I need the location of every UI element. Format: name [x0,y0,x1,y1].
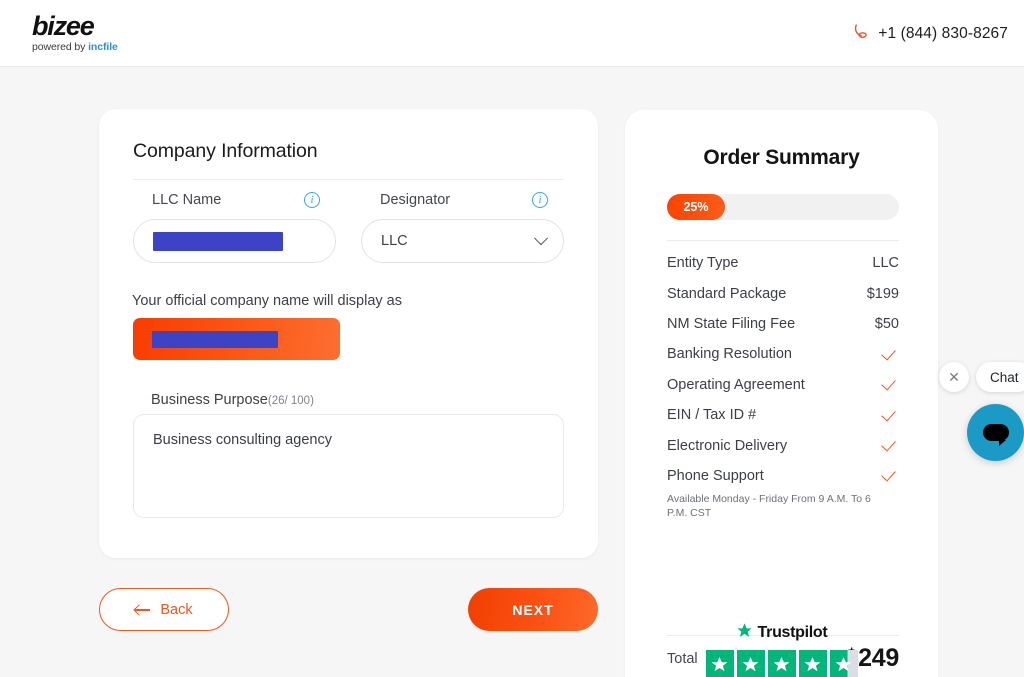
llc-name-label: LLC Name [152,192,222,208]
llc-name-field: LLC Name i [133,189,336,263]
page-title: Company Information [133,140,318,162]
phone-number: +1 (844) 830-8267 [878,25,1008,42]
trustpilot-header: Trustpilot [736,622,828,644]
redacted-display-name [152,330,278,348]
star-icon [798,650,827,677]
chat-label-text: Chat [990,369,1019,385]
star-icon [736,622,753,644]
order-item-name: Electronic Delivery [667,437,788,454]
order-items-list: Entity Type LLC Standard Package $199 NM Sta… [667,248,899,520]
logo-tagline-prefix: powered by [32,41,89,53]
order-item-row: NM State Filing Fee $50 [667,309,899,339]
designator-label-row: Designator i [361,189,564,211]
page-root: bizee powered by incfile +1 (844) 830-82… [0,0,1024,677]
order-summary-title: Order Summary [703,146,860,169]
info-icon[interactable]: i [532,192,548,208]
order-item-name: EIN / Tax ID # [667,407,757,424]
order-item-name: NM State Filing Fee [667,315,796,332]
star-icon [736,650,765,677]
designator-select[interactable]: LLC [361,219,564,263]
order-item-name: Operating Agreement [667,376,805,393]
chat-bubble-icon [982,424,1009,446]
back-button[interactable]: Back [99,588,229,631]
order-item-row: Electronic Delivery [667,430,899,460]
chevron-down-icon [533,231,549,246]
chat-label-button[interactable]: Chat [976,362,1024,392]
phone-icon [852,23,869,45]
order-item-value: $199 [866,285,899,302]
llc-name-label-row: LLC Name i [133,189,336,211]
logo-wordmark: bizee [32,11,95,41]
check-icon [881,345,896,361]
order-item-row: Banking Resolution [667,339,899,369]
designator-label: Designator [380,192,451,208]
order-item-value: $50 [874,315,899,332]
trustpilot-name: Trustpilot [757,624,828,641]
order-item-name: Standard Package [667,285,787,302]
star-icon [705,650,734,677]
logo-tagline: powered by incfile [32,41,118,53]
business-purpose-label: Business Purpose(26/ 100) [151,392,314,408]
name-fields-row: LLC Name i Designator i LLC [133,189,564,263]
trustpilot-widget[interactable]: Trustpilot [625,622,938,677]
business-purpose-label-text: Business Purpose [151,392,268,408]
chat-open-button[interactable] [967,404,1024,461]
card-divider [133,179,564,180]
order-summary-card: Order Summary 25% Entity Type LLC Standard… [625,110,938,677]
progress-bar-fill: 25% [667,194,725,220]
order-item-row: Phone Support [667,461,899,491]
header-phone[interactable]: +1 (844) 830-8267 [852,23,1008,45]
check-icon [881,375,896,391]
next-button[interactable]: NEXT [468,588,598,631]
company-information-card: Company Information LLC Name i Designato… [99,109,598,558]
phone-support-note: Available Monday - Friday From 9 A.M. To… [667,493,871,519]
arrow-left-icon [135,605,151,615]
star-icon [767,650,796,677]
logo-tagline-brand: incfile [88,41,118,53]
bizee-logo[interactable]: bizee powered by incfile [32,12,118,53]
order-item-row: Operating Agreement [667,370,899,400]
order-item-value: LLC [872,255,899,272]
business-purpose-input[interactable]: Business consulting agency [133,414,564,518]
check-icon [881,406,896,422]
back-button-label: Back [160,601,193,618]
close-icon: ✕ [948,368,960,385]
llc-name-input[interactable] [133,219,336,263]
trustpilot-stars [705,650,858,677]
display-as-box [133,318,340,360]
progress-bar: 25% [667,194,899,220]
order-item-row: Standard Package $199 [667,278,899,308]
chat-close-button[interactable]: ✕ [939,362,969,392]
info-icon[interactable]: i [304,192,320,208]
display-as-label: Your official company name will display … [132,293,402,309]
designator-field: Designator i LLC [361,189,564,263]
star-icon [829,650,858,677]
designator-value: LLC [381,233,408,249]
order-item-row: EIN / Tax ID # [667,400,899,430]
order-divider [667,240,899,241]
order-item-name: Entity Type [667,255,739,272]
order-item-row: Entity Type LLC [667,248,899,278]
check-icon [881,436,896,452]
order-item-name: Phone Support [667,467,764,484]
site-header: bizee powered by incfile +1 (844) 830-82… [0,0,1024,67]
progress-percent-label: 25% [683,200,709,214]
order-item-name: Banking Resolution [667,346,792,363]
business-purpose-counter: (26/ 100) [267,395,314,407]
next-button-label: NEXT [512,601,554,618]
redacted-company-name [153,231,283,251]
check-icon [881,466,896,482]
